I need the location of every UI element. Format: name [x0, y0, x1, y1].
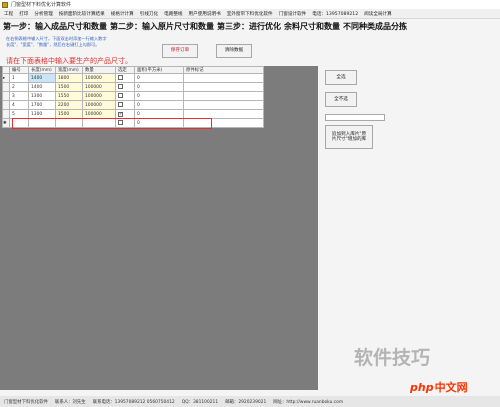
table-header-row: 编号 长度(mm) 宽度(mm) 数量 选定 面积(平方米) 原件标记 [2, 66, 264, 74]
column-header-mark[interactable]: 原件标记 [183, 66, 264, 74]
status-email: 邮箱：2920239021 [225, 399, 267, 405]
cell-qty[interactable]: 100000 [82, 73, 116, 83]
row-selector-arrow[interactable]: ▸ [2, 73, 10, 83]
cell-select[interactable] [115, 100, 135, 110]
clear-data-button[interactable]: 清除数据 [216, 44, 252, 58]
cell-length[interactable]: 1400 [28, 73, 56, 83]
menu-item-global[interactable]: 阅读全局计算 [364, 11, 392, 17]
tab-step-2[interactable]: 第二步：输入原片尺寸和数量 [110, 21, 214, 32]
column-header-select[interactable]: 选定 [115, 66, 135, 74]
row-header[interactable] [2, 82, 10, 92]
menu-item-design[interactable]: 门窗设计软件 [279, 11, 307, 17]
menu-item-lead[interactable]: 引线刀化 [140, 11, 158, 17]
menu-item-compare[interactable]: 按新面阶比较计算结果 [59, 11, 105, 17]
menu-item-analysis[interactable]: 分析管理 [34, 11, 52, 17]
cell-select[interactable] [115, 91, 135, 101]
status-bar: 门窗型材下料优化软件 联系人：刘先生 联系电话：13957089212 0560… [0, 396, 500, 407]
row-header-corner [2, 66, 10, 74]
cell-area[interactable]: 0 [134, 91, 184, 101]
menu-item-spec-calc[interactable]: 规格计计算 [111, 11, 134, 17]
cell-qty[interactable]: 100000 [82, 82, 116, 92]
cell-area[interactable]: 0 [134, 73, 184, 83]
cell-width[interactable]: 1550 [55, 91, 83, 101]
new-row-marker[interactable]: ✱ [2, 118, 10, 128]
row-header[interactable] [2, 109, 10, 119]
cell-id[interactable]: 4 [9, 100, 29, 110]
column-header-length[interactable]: 长度(mm) [28, 66, 56, 74]
menu-item-phone: 电话：13957089212 [312, 11, 359, 17]
cell-qty[interactable]: 100000 [82, 91, 116, 101]
save-order-button[interactable]: 保存订单 [162, 44, 198, 58]
column-header-qty[interactable]: 数量 [82, 66, 116, 74]
cell-mark[interactable] [183, 73, 264, 83]
cell-id[interactable]: 2 [9, 82, 29, 92]
cell-area[interactable]: 0 [134, 82, 184, 92]
highlight-box [12, 118, 212, 129]
column-header-id[interactable]: 编号 [9, 66, 29, 74]
cell-select[interactable] [115, 73, 135, 83]
cell-select[interactable] [115, 82, 135, 92]
deselect-all-button[interactable]: 全不选 [325, 92, 357, 107]
watermark-logo: php 中文网 [410, 378, 498, 396]
tab-leftover[interactable]: 余料尺寸和数量 [284, 21, 340, 32]
status-qq: QQ：381100211 [181, 399, 219, 405]
table-row[interactable]: 4 1700 2200 100000 0 [2, 100, 264, 110]
table-row[interactable]: 3 1300 1550 100000 0 [2, 91, 264, 101]
tab-sort[interactable]: 不同种类成品分拣 [343, 21, 407, 32]
menu-item-project[interactable]: 工程 [4, 11, 13, 17]
cell-width[interactable]: 1500 [55, 82, 83, 92]
select-checkbox[interactable] [118, 92, 123, 98]
cell-id[interactable]: 1 [9, 73, 29, 83]
column-header-width[interactable]: 宽度(mm) [55, 66, 83, 74]
menu-item-print[interactable]: 打印 [19, 11, 28, 17]
cell-width[interactable]: 2200 [55, 100, 83, 110]
status-app-name: 门窗型材下料优化软件 [4, 399, 48, 405]
cell-area[interactable]: 0 [134, 100, 184, 110]
tab-step-1[interactable]: 第一步：输入成品尺寸和数量 [3, 21, 107, 32]
menu-item-manual[interactable]: 用户使用说明书 [189, 11, 221, 17]
select-checkbox-checked[interactable]: ✓ [118, 111, 123, 117]
instructions: 在右侧表格中输入尺寸，下面双击时添加一行输入数字 长度"、"宽度"、"数量"，然… [6, 36, 107, 48]
status-website[interactable]: 网址：http://www.ruanboku.com [273, 399, 343, 405]
status-phone: 联系电话：13957089212 0560750412 [92, 399, 175, 405]
cell-width[interactable]: 1800 [55, 73, 83, 83]
side-input-field[interactable] [325, 114, 385, 121]
select-checkbox[interactable] [118, 83, 123, 89]
window-title: 门窗型材下料优化计算软件 [11, 2, 72, 8]
column-header-area[interactable]: 面积(平方米) [134, 66, 184, 74]
status-contact: 联系人：刘先生 [54, 399, 86, 405]
cell-mark[interactable] [183, 100, 264, 110]
cell-length[interactable]: 1400 [28, 82, 56, 92]
tab-step-3[interactable]: 第三步：进行优化 [217, 21, 281, 32]
cell-mark[interactable] [183, 91, 264, 101]
cell-qty[interactable]: 100000 [82, 100, 116, 110]
select-all-button[interactable]: 全选 [325, 70, 357, 85]
title-bar: 门窗型材下料优化计算软件 [0, 0, 500, 9]
table-row[interactable]: ▸ 1 1400 1800 100000 0 [2, 73, 264, 83]
instruction-line-2: 长度"、"宽度"、"数量"，然后在右键打上勾即可。 [6, 42, 100, 47]
cell-mark[interactable] [183, 82, 264, 92]
row-header[interactable] [2, 91, 10, 101]
cell-length[interactable]: 1300 [28, 91, 56, 101]
watermark-brand-cn: 中文网 [434, 381, 468, 394]
input-hint: 请在下面表格中输入要生产的产品尺寸。 [6, 57, 132, 65]
watermark-brand-php: php [410, 380, 434, 394]
menu-item-curtain[interactable]: 室外窗帘下料优化软件 [227, 11, 273, 17]
menu-bar: 工程 打印 分析管理 按新面阶比较计算结果 规格计计算 引线刀化 电路整线 用户… [0, 9, 500, 19]
row-header[interactable] [2, 100, 10, 110]
menu-item-circuit[interactable]: 电路整线 [164, 11, 182, 17]
table-row[interactable]: 2 1400 1500 100000 0 [2, 82, 264, 92]
step-tabs: 第一步：输入成品尺寸和数量 第二步：输入原片尺寸和数量 第三步：进行优化 余料尺… [0, 19, 500, 33]
watermark-text: 软件技巧 [354, 347, 431, 369]
select-checkbox[interactable] [118, 101, 123, 107]
select-checkbox[interactable] [118, 74, 123, 80]
app-icon [2, 1, 8, 8]
apply-to-stock-button[interactable]: 追加到入库片"原 片尺寸"增加的库 [325, 125, 373, 149]
cell-length[interactable]: 1700 [28, 100, 56, 110]
cell-id[interactable]: 3 [9, 91, 29, 101]
